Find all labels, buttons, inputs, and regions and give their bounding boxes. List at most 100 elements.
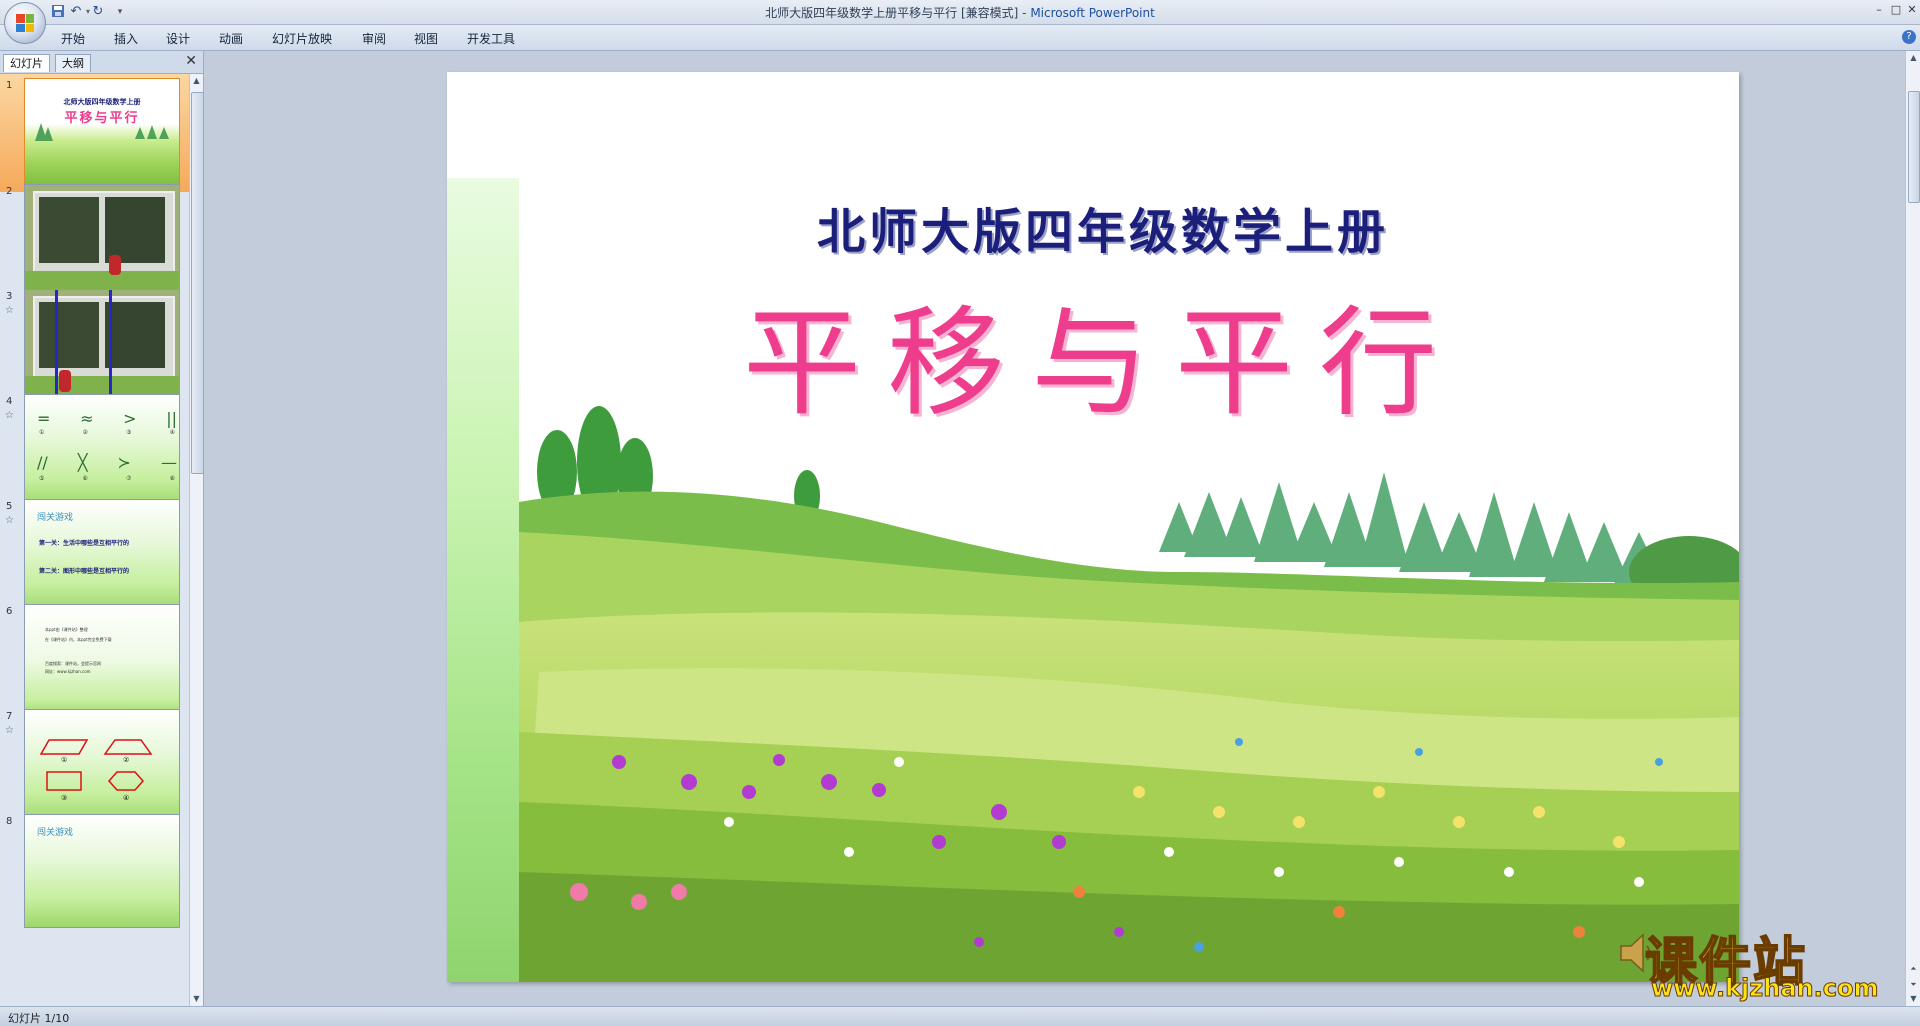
slide-number: 2 — [6, 186, 13, 197]
panel-scrollbar[interactable]: ▲ ▼ — [189, 74, 204, 1006]
slide-number: 8 — [6, 816, 13, 827]
animation-star-icon: ☆ — [5, 515, 14, 526]
slide-thumbnail-7[interactable]: 7 ☆ ① ② ③ ④ — [0, 705, 189, 823]
slide-canvas[interactable]: 北师大版四年级数学上册 平移与平行 — [447, 72, 1739, 982]
animation-star-icon: ☆ — [5, 410, 14, 421]
scroll-up-arrow-icon[interactable]: ▲ — [190, 74, 203, 88]
window-title: 北师大版四年级数学上册平移与平行 [兼容模式] - Microsoft Powe… — [0, 4, 1920, 21]
thumb-line: 第一关：生活中哪些是互相平行的 — [39, 540, 130, 547]
symbol: > — [123, 409, 137, 428]
symbol: ≈ — [80, 409, 94, 428]
symbol: = — [37, 409, 51, 428]
animation-star-icon: ☆ — [5, 305, 14, 316]
slide-number: 7 — [6, 711, 13, 722]
slide-preview — [24, 289, 180, 403]
symbol: || — [166, 409, 177, 428]
tab-slides[interactable]: 幻灯片 — [3, 54, 50, 72]
slide-preview: 北师大版四年级数学上册 平移与平行 — [24, 78, 180, 192]
symbol-label: ⑦ — [126, 475, 132, 482]
symbol: — — [160, 453, 177, 472]
shape-label: ① — [61, 756, 68, 764]
watermark-url: www.kjzhan.com — [1650, 974, 1879, 1003]
slide-number: 4 — [6, 396, 13, 407]
tab-animations[interactable]: 动画 — [219, 30, 243, 47]
shape-label: ④ — [123, 794, 130, 802]
previous-slide-icon[interactable]: ⏶ — [1906, 962, 1920, 976]
close-panel-icon[interactable]: ✕ — [185, 53, 197, 69]
slide-thumbnail-8[interactable]: 8 闯关游戏 — [0, 810, 189, 928]
shape-label: ③ — [61, 794, 68, 802]
slide-thumbnail-6[interactable]: 6 本ppt由《课件站》整理 在《课件站》内，本ppt完全免费下载 百度搜索：课… — [0, 600, 189, 718]
slide-thumbnail-4[interactable]: 4 ☆ = ≈ > || ① ② ③ ④ // ╳ ≻ — ⑤ ⑥ ⑦ ⑧ — [0, 390, 189, 508]
slide-thumbnail-1[interactable]: 1 北师大版四年级数学上册 平移与平行 — [0, 74, 189, 192]
thumb-heading: 闯关游戏 — [37, 513, 74, 523]
editor-scrollbar[interactable]: ▲ ⏶ ⏷ ▼ — [1905, 51, 1920, 1006]
slide-number: 6 — [6, 606, 13, 617]
document-title: 北师大版四年级数学上册平移与平行 [兼容模式] — [765, 6, 1019, 20]
tab-design[interactable]: 设计 — [166, 30, 190, 47]
thumb-line: 百度搜索：课件站，会提示官网 — [45, 661, 101, 666]
slide-preview: 闯关游戏 — [24, 814, 180, 928]
slide-thumbnail-5[interactable]: 5 ☆ 闯关游戏 第一关：生活中哪些是互相平行的 第二关：图形中哪些是互相平行的 — [0, 495, 189, 613]
tab-outline[interactable]: 大纲 — [55, 54, 91, 72]
status-bar: 幻灯片 1/10 — [0, 1006, 1920, 1026]
slide-title[interactable]: 平移与平行 — [447, 267, 1739, 438]
symbol-label: ⑧ — [169, 475, 175, 482]
shape-label: ② — [123, 756, 130, 764]
parallelogram-shape — [39, 739, 89, 755]
symbol: // — [37, 453, 48, 472]
thumb-line: 网址：www.kjzhan.com — [45, 669, 91, 674]
slide-preview: = ≈ > || ① ② ③ ④ // ╳ ≻ — ⑤ ⑥ ⑦ ⑧ — [24, 394, 180, 508]
scroll-down-arrow-icon[interactable]: ▼ — [190, 992, 203, 1006]
panel-tabs: 幻灯片 大纲 ✕ — [0, 51, 203, 74]
app-name: - Microsoft PowerPoint — [1018, 6, 1155, 20]
symbol-label: ⑥ — [82, 475, 88, 482]
symbol-label: ④ — [169, 429, 175, 436]
thumb-line: 本ppt由《课件站》整理 — [45, 627, 88, 632]
next-slide-icon[interactable]: ⏷ — [1906, 978, 1920, 992]
watermark-logo: 课件站 www.kjzhan.com — [1644, 920, 1905, 1003]
symbol-label: ① — [39, 429, 45, 436]
slide-number: 5 — [6, 501, 13, 512]
thumbnail-list: 1 北师大版四年级数学上册 平移与平行 2 3 ☆ 4 ☆ = ≈ > || ①… — [0, 74, 189, 1006]
meadow-background — [519, 372, 1739, 982]
symbol-label: ⑤ — [39, 475, 45, 482]
slide-thumbnail-3[interactable]: 3 ☆ — [0, 285, 189, 403]
scrollbar-thumb[interactable] — [1908, 91, 1920, 203]
slide-preview — [24, 184, 180, 298]
animation-star-icon: ☆ — [5, 725, 14, 736]
symbol: ╳ — [77, 453, 88, 472]
scroll-up-arrow-icon[interactable]: ▲ — [1906, 51, 1920, 65]
ribbon-tabs: 开始 插入 设计 动画 幻灯片放映 审阅 视图 开发工具 ? — [0, 25, 1920, 51]
rectangle-shape — [46, 771, 82, 791]
help-icon[interactable]: ? — [1902, 30, 1916, 44]
tab-developer[interactable]: 开发工具 — [467, 30, 515, 47]
tab-insert[interactable]: 插入 — [114, 30, 138, 47]
slides-panel: 幻灯片 大纲 ✕ 1 北师大版四年级数学上册 平移与平行 2 3 ☆ 4 ☆ =… — [0, 51, 204, 1006]
minimize-button[interactable]: – — [1870, 2, 1888, 18]
tab-slideshow[interactable]: 幻灯片放映 — [272, 30, 332, 47]
trapezoid-shape — [103, 739, 153, 755]
close-button[interactable]: ✕ — [1903, 2, 1920, 18]
scroll-down-arrow-icon[interactable]: ▼ — [1906, 992, 1920, 1006]
slide-counter: 幻灯片 1/10 — [8, 1012, 70, 1025]
thumb-line: 第二关：图形中哪些是互相平行的 — [39, 568, 130, 575]
office-button[interactable] — [4, 2, 46, 44]
tab-review[interactable]: 审阅 — [362, 30, 386, 47]
slide-number: 1 — [6, 80, 13, 91]
hexagon-shape — [107, 771, 145, 791]
slide-number: 3 — [6, 291, 13, 302]
office-logo-icon — [16, 14, 34, 32]
slide-subtitle[interactable]: 北师大版四年级数学上册 — [447, 192, 1739, 262]
thumb-line: 在《课件站》内，本ppt完全免费下载 — [45, 637, 112, 642]
symbol-label: ② — [82, 429, 88, 436]
slide-preview: 本ppt由《课件站》整理 在《课件站》内，本ppt完全免费下载 百度搜索：课件站… — [24, 604, 180, 718]
tab-home[interactable]: 开始 — [61, 30, 85, 47]
title-bar: ↶ ▾ ↻ ▾ 北师大版四年级数学上册平移与平行 [兼容模式] - Micros… — [0, 0, 1920, 44]
tab-view[interactable]: 视图 — [414, 30, 438, 47]
scrollbar-thumb[interactable] — [191, 92, 204, 474]
slide-preview: ① ② ③ ④ — [24, 709, 180, 823]
thumb-heading: 闯关游戏 — [37, 828, 74, 838]
slide-thumbnail-2[interactable]: 2 — [0, 180, 189, 298]
slide-preview: 闯关游戏 第一关：生活中哪些是互相平行的 第二关：图形中哪些是互相平行的 — [24, 499, 180, 613]
